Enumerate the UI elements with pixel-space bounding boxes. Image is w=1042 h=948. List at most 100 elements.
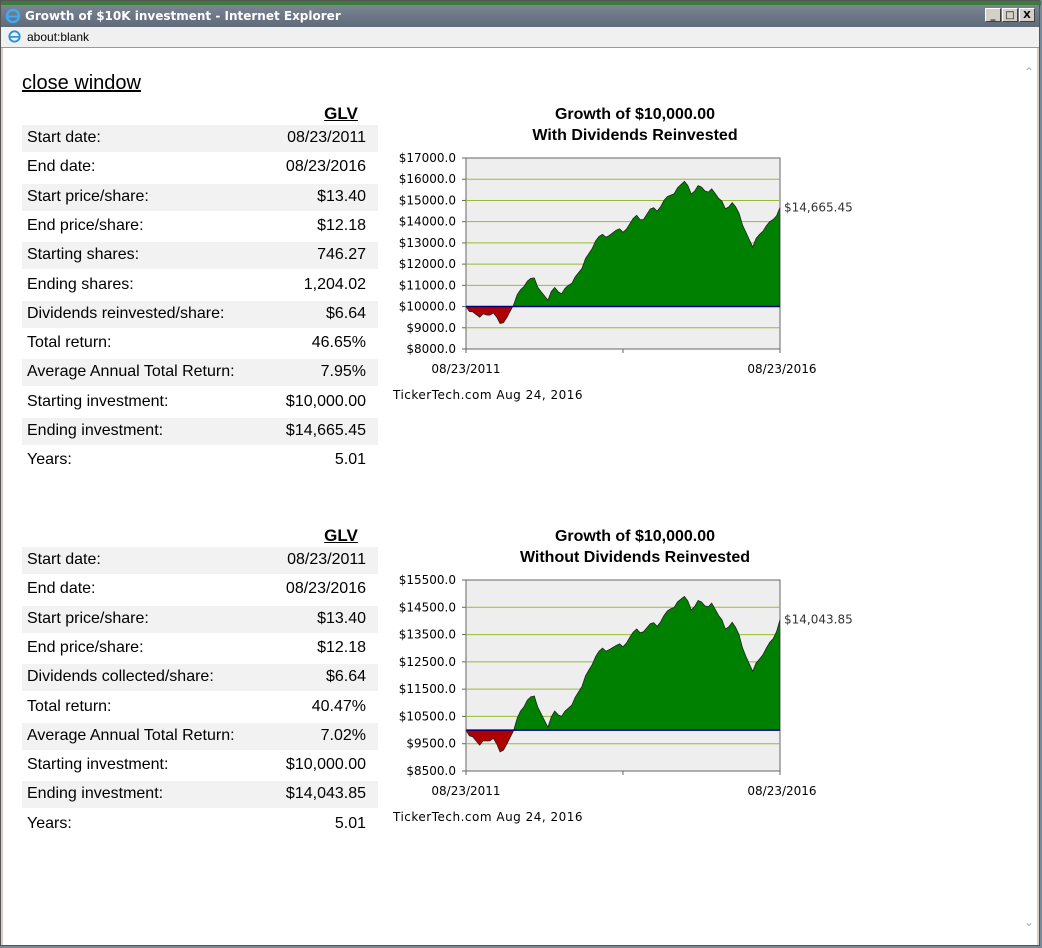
- y-tick-label: $11000.0: [399, 278, 456, 292]
- chart-svg: $15500.0 $14500.0 $13500.0 $12500.0 $11500.0…: [392, 573, 853, 824]
- stat-label: Ending investment:: [27, 785, 164, 803]
- y-tick-label: $15500.0: [399, 573, 456, 587]
- stat-label: Start date:: [27, 129, 101, 146]
- window-title: Growth of $10K investment - Internet Exp…: [25, 9, 341, 23]
- stat-value: 7.95%: [320, 363, 366, 381]
- ticker-heading: GLV: [324, 526, 358, 545]
- stat-value: 746.27: [317, 246, 366, 264]
- stat-value: $10,000.00: [285, 756, 366, 774]
- y-tick-label: $15000.0: [399, 193, 456, 207]
- stat-label: Start date:: [27, 551, 101, 568]
- stat-value: 46.65%: [311, 334, 366, 352]
- maximize-button[interactable]: □: [1002, 8, 1018, 22]
- ie-logo-icon: [5, 8, 21, 24]
- window-controls: _ □ X: [985, 8, 1035, 22]
- address-text: about:blank: [27, 30, 90, 44]
- browser-window: Growth of $10K investment - Internet Exp…: [0, 0, 1041, 946]
- x-tick-label: 08/23/2011: [431, 362, 500, 376]
- stat-row: Dividends reinvested/share: $6.64: [22, 300, 378, 328]
- stat-value: $10,000.00: [285, 392, 366, 410]
- y-tick-label: $9000.0: [406, 321, 456, 335]
- stat-row: Average Annual Total Return: 7.95%: [22, 359, 378, 387]
- y-tick-label: $8500.0: [406, 764, 456, 778]
- stat-value: $13.40: [317, 187, 366, 205]
- stat-row: End date: 08/23/2016: [22, 154, 378, 181]
- y-tick-label: $14500.0: [399, 600, 456, 614]
- end-value-label: $14,043.85: [784, 613, 853, 627]
- title-bar[interactable]: Growth of $10K investment - Internet Exp…: [1, 5, 1039, 27]
- stat-row: Ending investment: $14,043.85: [22, 781, 378, 809]
- close-window-link[interactable]: close window: [22, 72, 141, 95]
- stat-value: 08/23/2016: [285, 158, 366, 176]
- stat-value: 08/23/2011: [287, 129, 366, 146]
- stat-value: 5.01: [334, 451, 366, 469]
- stat-label: Starting investment:: [27, 392, 169, 410]
- page-content: close window GLV Start date: 08/23/2011 End…: [3, 48, 1037, 945]
- y-tick-label: $11500.0: [399, 682, 456, 696]
- stat-row: Start price/share: $13.40: [22, 183, 378, 211]
- stat-value: $12.18: [317, 216, 366, 234]
- stat-label: End date:: [27, 580, 96, 598]
- end-value-label: $14,665.45: [784, 201, 853, 215]
- stat-value: $14,043.85: [285, 785, 366, 803]
- stat-value: 1,204.02: [303, 275, 366, 293]
- stat-row: Start price/share: $13.40: [22, 605, 378, 633]
- stat-row: Starting investment: $10,000.00: [22, 389, 378, 416]
- stat-value: 08/23/2016: [285, 580, 366, 598]
- close-window-button[interactable]: X: [1019, 8, 1035, 22]
- stat-value: 08/23/2011: [287, 551, 366, 568]
- stat-label: Average Annual Total Return:: [27, 726, 235, 744]
- scroll-up-arrow-icon[interactable]: ⌃: [1023, 66, 1035, 78]
- chart-source-label: TickerTech.com Aug 24, 2016: [392, 810, 583, 824]
- stat-label: End date:: [27, 158, 96, 176]
- stat-label: End price/share:: [27, 216, 144, 234]
- stat-label: Dividends reinvested/share:: [27, 304, 225, 322]
- chart-source-label: TickerTech.com Aug 24, 2016: [392, 388, 583, 402]
- scroll-down-arrow-icon[interactable]: ⌄: [1023, 916, 1035, 928]
- y-tick-label: $8000.0: [406, 342, 456, 356]
- chart-subtitle: With Dividends Reinvested: [532, 127, 738, 144]
- stat-value: 5.01: [334, 814, 366, 832]
- minimize-button[interactable]: _: [985, 8, 1001, 22]
- stat-row: Ending investment: $14,665.45: [22, 418, 378, 445]
- vertical-scrollbar[interactable]: ⌃ ⌄: [1021, 48, 1037, 945]
- stat-row: Ending shares: 1,204.02: [22, 272, 378, 299]
- stat-value: $12.18: [317, 638, 366, 656]
- y-tick-label: $13000.0: [399, 236, 456, 250]
- x-tick-label: 08/23/2016: [747, 784, 816, 798]
- y-tick-label: $14000.0: [399, 215, 456, 229]
- stat-value: $6.64: [325, 668, 366, 686]
- stat-value: 7.02%: [320, 726, 366, 744]
- stat-label: Total return:: [27, 334, 112, 352]
- stat-value: $6.64: [325, 304, 366, 322]
- y-tick-label: $12500.0: [399, 655, 456, 669]
- stat-label: Start price/share:: [27, 187, 149, 205]
- stat-row: Start date: 08/23/2011: [22, 547, 378, 574]
- stat-row: Years: 5.01: [22, 447, 378, 474]
- stat-label: Start price/share:: [27, 609, 149, 627]
- stat-value: 40.47%: [311, 697, 366, 715]
- y-tick-label: $9500.0: [406, 737, 456, 751]
- y-tick-label: $16000.0: [399, 172, 456, 186]
- chart-svg: $17000.0 $16000.0 $15000.0 $14000.0 $13000.0…: [392, 151, 853, 402]
- chart-subtitle: Without Dividends Reinvested: [519, 549, 751, 566]
- chart-title: Growth of $10,000.00: [554, 528, 716, 545]
- stat-row: Dividends collected/share: $6.64: [22, 664, 378, 692]
- stat-value: $14,665.45: [285, 422, 366, 439]
- y-tick-label: $17000.0: [399, 151, 456, 165]
- stat-value: $13.40: [317, 609, 366, 627]
- stat-label: Years:: [27, 451, 72, 469]
- stat-row: Total return: 46.65%: [22, 330, 378, 357]
- page-icon: [8, 30, 21, 43]
- stat-row: Total return: 40.47%: [22, 694, 378, 721]
- stat-label: End price/share:: [27, 638, 144, 656]
- address-bar[interactable]: about:blank: [1, 27, 1039, 48]
- x-tick-label: 08/23/2011: [431, 784, 500, 798]
- stat-label: Average Annual Total Return:: [27, 363, 235, 381]
- stat-row: Years: 5.01: [22, 811, 378, 838]
- stat-row: Start date: 08/23/2011: [22, 125, 378, 152]
- stat-row: Average Annual Total Return: 7.02%: [22, 722, 378, 750]
- stat-label: Ending investment:: [27, 422, 164, 439]
- y-tick-label: $10000.0: [399, 300, 456, 314]
- stat-label: Ending shares:: [27, 275, 134, 293]
